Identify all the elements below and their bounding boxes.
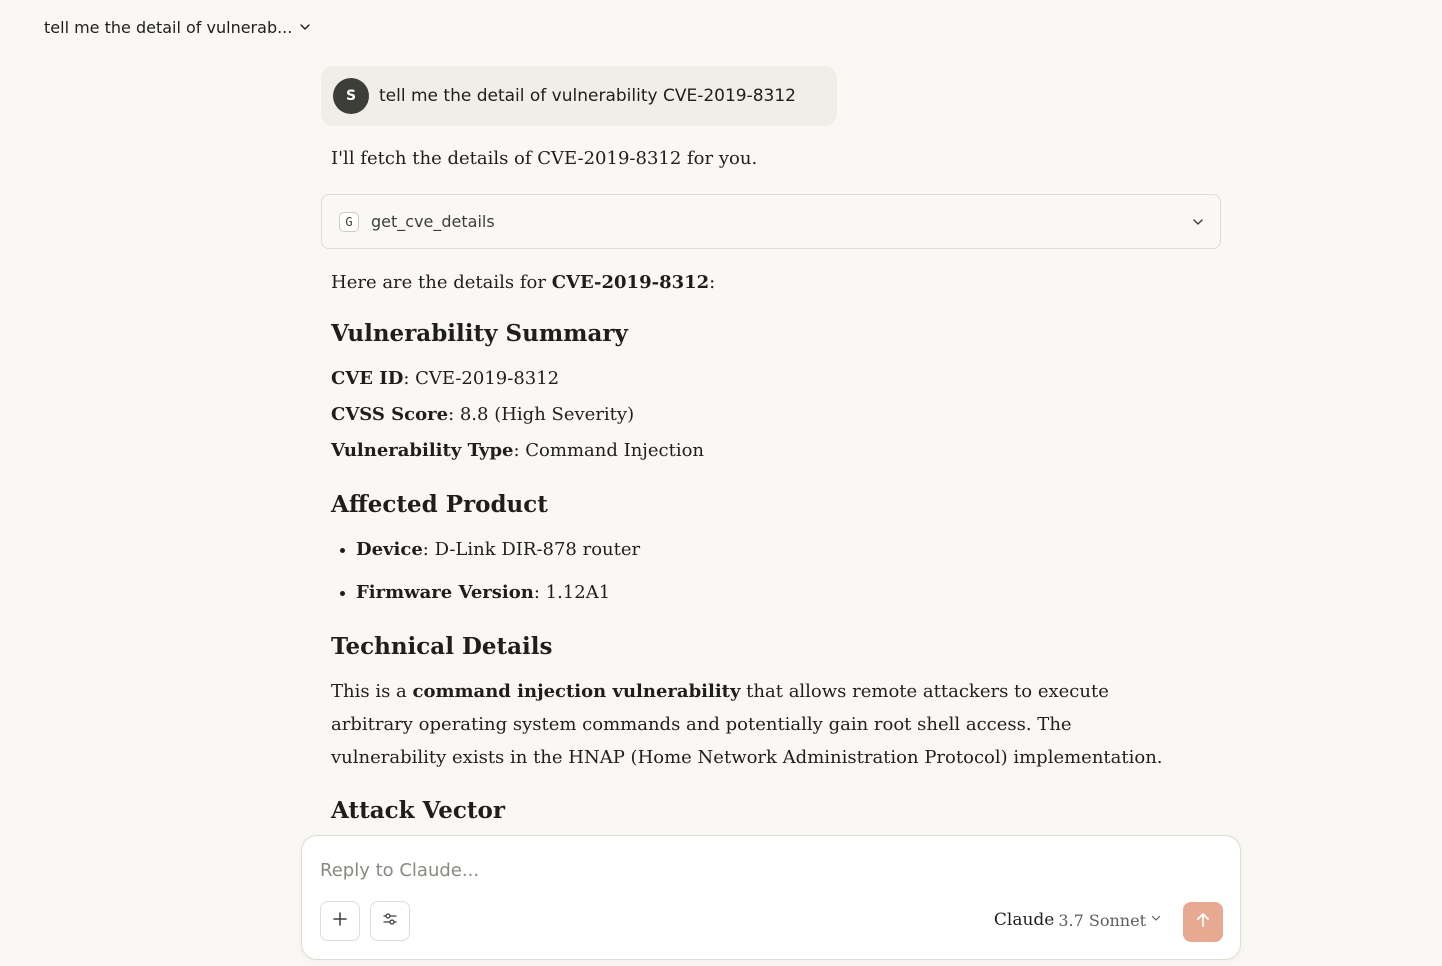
tool-name: get_cve_details xyxy=(371,212,495,231)
item-label: CVE ID xyxy=(331,368,404,389)
conversation-title-dropdown[interactable]: tell me the detail of vulnerab... xyxy=(44,16,312,38)
user-avatar: S xyxy=(333,78,369,114)
model-version: 3.7 Sonnet xyxy=(1058,910,1146,930)
conversation-title: tell me the detail of vulnerab... xyxy=(44,17,293,37)
tool-call-card[interactable]: G get_cve_details xyxy=(321,194,1221,249)
plus-icon xyxy=(331,910,349,933)
tech-prefix: This is a xyxy=(331,681,413,702)
item-value: : CVE-2019-8312 xyxy=(403,368,560,389)
user-message: S tell me the detail of vulnerability CV… xyxy=(321,66,837,126)
affected-product-list: Device: D-Link DIR-878 router Firmware V… xyxy=(331,538,640,624)
item-label: Vulnerability Type xyxy=(331,440,514,461)
model-name: Claude xyxy=(993,910,1055,930)
lead-suffix: : xyxy=(709,272,716,293)
item-label: Device xyxy=(356,539,423,560)
conversation-thread: S tell me the detail of vulnerability CV… xyxy=(321,66,1221,830)
add-attachment-button[interactable] xyxy=(320,901,360,941)
bullet-dot xyxy=(340,548,345,553)
sliders-icon xyxy=(381,910,399,933)
model-selector[interactable]: Claude 3.7 Sonnet xyxy=(994,910,1162,930)
lead-prefix: Here are the details for xyxy=(331,272,552,293)
technical-details-paragraph: This is a command injection vulnerabilit… xyxy=(331,675,1191,774)
response-lead: Here are the details for CVE-2019-8312: xyxy=(331,266,715,299)
tools-settings-button[interactable] xyxy=(370,901,410,941)
heading-affected-product: Affected Product xyxy=(331,491,548,518)
item-label: Firmware Version xyxy=(356,582,534,603)
heading-vulnerability-summary: Vulnerability Summary xyxy=(331,320,628,347)
item-value: : Command Injection xyxy=(513,440,705,461)
tech-bold: command injection vulnerability xyxy=(412,681,741,702)
lead-cve-id: CVE-2019-8312 xyxy=(551,272,710,293)
summary-item-vulnerability-type: Vulnerability Type: Command Injection xyxy=(331,439,704,463)
bullet-dot xyxy=(340,591,345,596)
summary-item-cvss-score: CVSS Score: 8.8 (High Severity) xyxy=(331,403,634,427)
item-value: : 1.12A1 xyxy=(533,582,611,603)
chevron-down-icon xyxy=(1150,911,1162,929)
chevron-down-icon xyxy=(1190,214,1206,235)
reply-input[interactable] xyxy=(320,856,1200,884)
item-label: CVSS Score xyxy=(331,404,449,425)
chevron-down-icon xyxy=(298,20,312,34)
arrow-up-icon xyxy=(1194,911,1212,934)
assistant-intro: I'll fetch the details of CVE-2019-8312 … xyxy=(331,148,758,169)
heading-technical-details: Technical Details xyxy=(331,633,553,660)
list-item: Firmware Version: 1.12A1 xyxy=(331,581,640,624)
user-message-text: tell me the detail of vulnerability CVE-… xyxy=(379,86,796,106)
item-value: : 8.8 (High Severity) xyxy=(448,404,635,425)
heading-attack-vector: Attack Vector xyxy=(331,797,505,824)
item-value: : D-Link DIR-878 router xyxy=(422,539,641,560)
send-button[interactable] xyxy=(1183,902,1223,942)
tool-icon: G xyxy=(339,211,359,232)
summary-item-cve-id: CVE ID: CVE-2019-8312 xyxy=(331,367,559,391)
list-item: Device: D-Link DIR-878 router xyxy=(331,538,640,581)
reply-composer: Claude 3.7 Sonnet xyxy=(301,835,1241,960)
